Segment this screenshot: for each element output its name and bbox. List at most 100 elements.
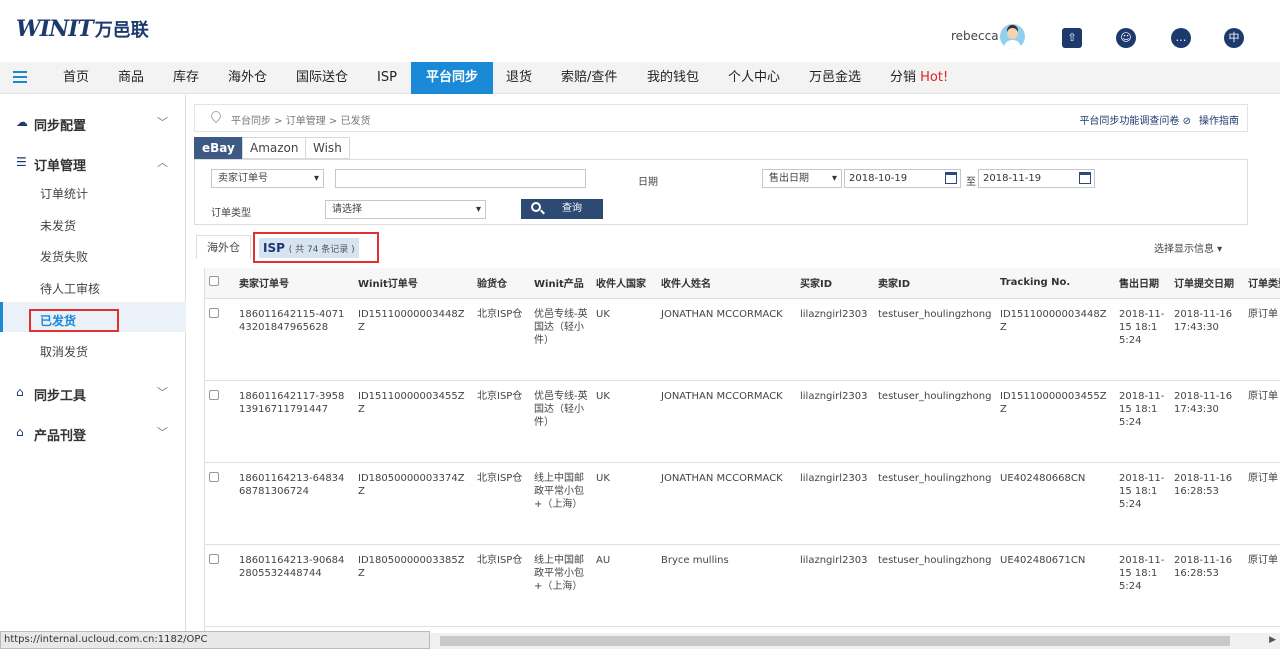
row-checkbox[interactable] [209,471,219,482]
sold-date-cell: 2018-11-15 18:15:24 [1115,380,1170,463]
buyer-id-cell: lilazngirl2303 [796,544,874,627]
scrollbar-thumb[interactable] [440,636,1230,646]
tracking-cell: ID15110000003448ZZ [996,298,1115,381]
table-row: 18601164213-906842805532448744 ID1805000… [205,544,1280,627]
nav-intl-delivery[interactable]: 国际送仓 [296,62,348,94]
horizontal-scrollbar[interactable]: ▶ [430,633,1280,649]
row-checkbox[interactable] [209,553,219,564]
column-header[interactable]: 卖家订单号 [235,268,354,299]
column-header[interactable]: 卖家ID [874,268,996,299]
buyer-id-cell: lilazngirl2303 [796,298,874,381]
column-header[interactable]: Winit订单号 [354,268,473,299]
order-type-cell: 原订单 [1244,544,1280,627]
nav-home[interactable]: 首页 [63,62,89,94]
winit-order-cell[interactable]: ID18050000003385ZZ [354,544,473,627]
order-type-label: 订单类型 [211,208,251,219]
row-checkbox[interactable] [209,307,219,318]
orders-table: 卖家订单号 Winit订单号 验货仓 Winit产品 收件人国家 收件人姓名 买… [205,268,1280,627]
choose-columns-dropdown[interactable]: 选择显示信息 ▾ [1154,240,1222,255]
search-icon [531,202,541,212]
winit-order-cell[interactable]: ID18050000003374ZZ [354,462,473,545]
nav-products[interactable]: 商品 [118,62,144,94]
seller-order-cell: 18601164213-6483468781306724 [235,462,354,545]
date-type-select[interactable]: 售出日期 [762,169,842,188]
sidebar-item-unshipped[interactable]: 未发货 [40,217,76,234]
tab-amazon[interactable]: Amazon [242,137,307,159]
nav-claims[interactable]: 索赔/查件 [561,62,617,94]
nav-isp[interactable]: ISP [377,62,397,94]
table-row: 18601164213-6483468781306724 ID180500000… [205,462,1280,545]
scroll-right-icon[interactable]: ▶ [1269,635,1276,645]
sidebar-group-sync-tools[interactable]: ⌂ 同步工具 ﹀ [0,381,186,405]
date-to-input[interactable]: 2018-11-19 [978,169,1095,188]
row-select-cell [205,544,235,627]
product-cell: 线上中国邮政平常小包+（上海） [530,462,592,545]
table-row: 186011642115-407143201847965628 ID151100… [205,298,1280,381]
warehouse-cell: 北京ISP仓 [473,380,530,463]
winit-logo[interactable]: WINIT 万邑联 [16,16,149,42]
column-header[interactable]: 售出日期 [1115,268,1170,299]
sidebar-group-product-listing[interactable]: ⌂ 产品刊登 ﹀ [0,421,186,445]
sidebar-item-shipped[interactable]: 已发货 [40,312,76,329]
upload-icon[interactable]: ⇧ [1062,28,1082,48]
user-support-icon[interactable]: ☺ [1116,28,1136,48]
chevron-up-icon: ︿ [157,156,168,169]
column-header[interactable]: 收件人国家 [592,268,657,299]
nav-overseas-warehouse[interactable]: 海外仓 [228,62,267,94]
chevron-down-icon: ﹀ [157,116,168,129]
language-icon[interactable]: 中 [1224,28,1244,48]
calendar-icon[interactable] [945,172,957,184]
column-header[interactable]: 订单类型 [1244,268,1280,299]
winit-order-cell[interactable]: ID15110000003448ZZ [354,298,473,381]
chat-icon[interactable]: … [1171,28,1191,48]
select-all-checkbox[interactable] [209,276,219,287]
row-checkbox[interactable] [209,389,219,400]
survey-link[interactable]: 平台同步功能调查问卷 ⊘ [1079,112,1191,127]
date-from-input[interactable]: 2018-10-19 [844,169,961,188]
nav-personal-center[interactable]: 个人中心 [728,62,780,94]
table-row: 186011642117-395813916711791447 ID151100… [205,380,1280,463]
column-header[interactable]: 买家ID [796,268,874,299]
column-header[interactable]: Tracking No. [996,268,1115,299]
order-no-input[interactable] [335,169,586,188]
status-bar-url: https://internal.ucloud.com.cn:1182/OPC [0,631,430,649]
date-to-value: 2018-11-19 [983,173,1042,184]
sidebar-group-order-management[interactable]: ☰ 订单管理 ︿ [0,151,186,175]
submit-date-cell: 2018-11-16 17:43:30 [1170,298,1244,381]
menu-toggle-icon[interactable] [13,71,27,83]
warehouse-cell: 北京ISP仓 [473,462,530,545]
nav-platform-sync[interactable]: 平台同步 [411,62,494,94]
order-no-type-select[interactable]: 卖家订单号 [211,169,324,188]
tab-overseas-warehouse[interactable]: 海外仓 [196,235,251,259]
nav-wallet[interactable]: 我的钱包 [647,62,699,94]
sidebar-item-order-stats[interactable]: 订单统计 [40,185,88,202]
sidebar: ☁ 同步配置 ﹀ ☰ 订单管理 ︿ 订单统计 未发货 发货失败 待人工审核 已发… [0,95,186,649]
sidebar-item-manual-review[interactable]: 待人工审核 [40,280,100,297]
column-header[interactable]: 订单提交日期 [1170,268,1244,299]
tab-wish[interactable]: Wish [305,137,350,159]
column-header[interactable]: 收件人姓名 [657,268,796,299]
avatar[interactable] [1000,24,1025,49]
tab-isp[interactable]: ISP ( 共 74 条记录 ) [253,232,379,263]
home-icon: ⌂ [16,425,24,439]
guide-link[interactable]: 操作指南 [1199,112,1239,127]
breadcrumb: 平台同步 > 订单管理 > 已发货 平台同步功能调查问卷 ⊘ 操作指南 [194,104,1248,132]
search-button[interactable]: 查询 [521,199,603,219]
winit-order-cell[interactable]: ID15110000003455ZZ [354,380,473,463]
sidebar-item-ship-failed[interactable]: 发货失败 [40,248,88,265]
order-type-select[interactable]: 请选择 [325,200,486,219]
nav-returns[interactable]: 退货 [506,62,532,94]
username[interactable]: rebecca [951,29,999,43]
tab-ebay[interactable]: eBay [194,137,243,159]
column-header[interactable]: Winit产品 [530,268,592,299]
calendar-icon[interactable] [1079,172,1091,184]
sidebar-group-label: 订单管理 [34,159,87,174]
sidebar-item-cancel-shipment[interactable]: 取消发货 [40,343,88,360]
sold-date-cell: 2018-11-15 18:15:24 [1115,298,1170,381]
sidebar-group-sync-config[interactable]: ☁ 同步配置 ﹀ [0,111,186,135]
nav-distribution[interactable]: 分销 Hot! [890,62,948,94]
main-nav: 首页 商品 库存 海外仓 国际送仓 ISP 平台同步 退货 索赔/查件 我的钱包… [0,62,1280,94]
column-header[interactable]: 验货仓 [473,268,530,299]
nav-winit-select[interactable]: 万邑金选 [809,62,861,94]
nav-inventory[interactable]: 库存 [173,62,199,94]
